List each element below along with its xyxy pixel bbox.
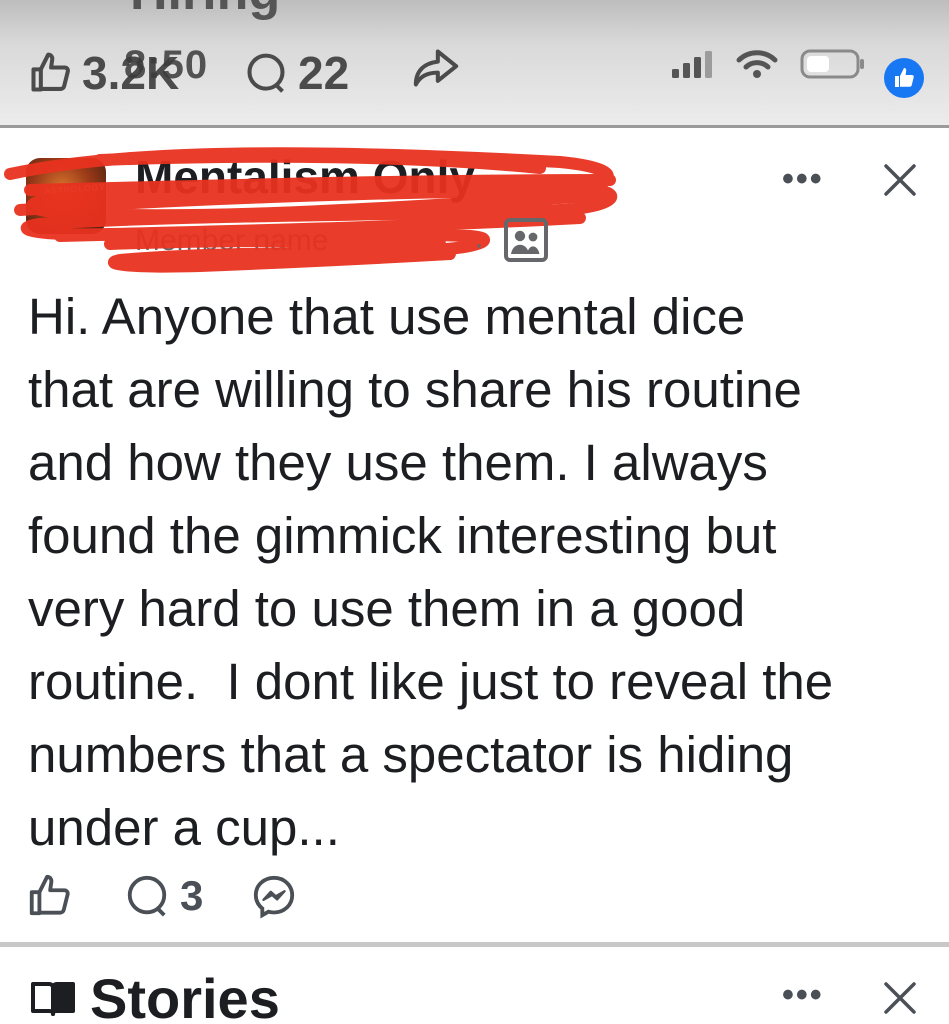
like-button[interactable] <box>26 873 72 919</box>
comment-button[interactable]: 3 <box>124 872 203 920</box>
post-close-icon[interactable] <box>880 160 920 200</box>
facebook-like-badge-icon <box>884 58 924 98</box>
thumbs-up-icon <box>31 52 70 92</box>
comment-bubble-icon <box>127 875 167 917</box>
previous-post-share-button[interactable] <box>412 46 460 90</box>
post-actions: 3 <box>26 872 297 920</box>
battery-icon <box>800 49 864 79</box>
group-avatar[interactable] <box>26 158 106 234</box>
post-body-text: Hi. Anyone that use mental dice that are… <box>28 288 834 856</box>
section-divider <box>0 942 949 947</box>
previous-post-comment-button[interactable]: 22 <box>244 46 349 100</box>
status-bar-time: 8:50 <box>124 43 209 87</box>
group-members-icon <box>504 218 548 262</box>
group-name[interactable]: Mentalism Only <box>135 150 475 204</box>
messenger-icon <box>254 875 295 919</box>
top-bar: Hiring 3.2K 8:50 22 <box>0 0 949 128</box>
comment-bubble-icon <box>247 53 285 93</box>
thumbs-up-icon <box>29 874 70 916</box>
wifi-icon <box>736 50 778 78</box>
post-more-options-button[interactable]: ••• <box>782 160 824 199</box>
cellular-signal-icon <box>672 51 712 78</box>
post-author[interactable]: Member name <box>135 224 328 258</box>
share-arrow-icon <box>413 49 459 87</box>
comment-count: 3 <box>180 872 204 919</box>
stories-more-options-button[interactable]: ••• <box>782 976 824 1015</box>
messenger-share-button[interactable] <box>251 873 297 919</box>
stories-section-title: Stories <box>90 967 280 1024</box>
stories-close-icon[interactable] <box>880 978 920 1018</box>
status-icons <box>670 48 866 80</box>
header-separator-dot: · <box>474 228 484 261</box>
previous-post-title: Hiring <box>130 0 280 22</box>
book-icon <box>31 982 75 1016</box>
previous-post-comment-count: 22 <box>298 47 350 99</box>
